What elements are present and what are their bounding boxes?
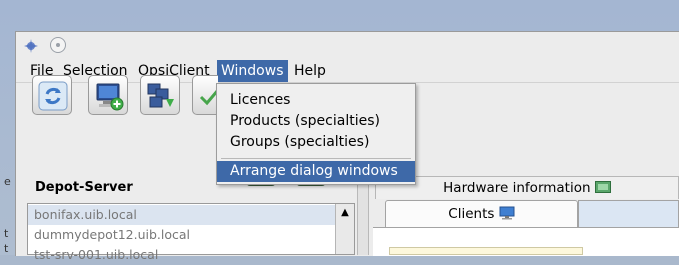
reload-button[interactable] [32, 75, 72, 115]
scroll-up-arrow-icon[interactable]: ▲ [339, 207, 351, 219]
window-menu-icon[interactable] [23, 38, 39, 54]
new-client-button[interactable] [88, 75, 128, 115]
menu-separator [221, 158, 411, 159]
menu-item-licences[interactable]: Licences [217, 90, 415, 111]
menu-windows[interactable]: Windows [217, 60, 288, 82]
tab-hardware-information[interactable]: Hardware information [375, 176, 679, 199]
depot-server-list: bonifax.uib.local dummydepot12.uib.local… [27, 203, 355, 262]
list-item[interactable]: dummydepot12.uib.local [28, 225, 336, 245]
new-client-icon [96, 83, 124, 111]
depot-config-icon [147, 83, 174, 108]
search-field[interactable] [389, 247, 583, 255]
hardware-icon [594, 181, 611, 193]
tab-clients[interactable]: Clients [385, 200, 578, 227]
tab-hardware-label: Hardware information [443, 180, 591, 196]
tab-clients-label: Clients [448, 206, 495, 222]
check-button[interactable] [192, 75, 218, 115]
minimize-icon[interactable] [50, 37, 66, 53]
pane-splitter[interactable] [357, 173, 369, 255]
reload-icon [38, 81, 68, 111]
background-window-edge: e t t [4, 175, 11, 255]
menu-item-groups-specialties[interactable]: Groups (specialties) [217, 132, 415, 153]
menu-item-products-specialties[interactable]: Products (specialties) [217, 111, 415, 132]
list-item[interactable]: bonifax.uib.local [28, 205, 336, 225]
title-bar [16, 32, 679, 59]
menu-item-arrange-dialog-windows[interactable]: Arrange dialog windows [217, 161, 415, 182]
check-icon [199, 89, 218, 106]
menu-help[interactable]: Help [290, 60, 330, 82]
depot-config-button[interactable] [140, 75, 180, 115]
monitor-icon [499, 206, 515, 220]
tab-selected-area[interactable] [578, 200, 679, 227]
list-item[interactable]: tst-srv-001.uib.local [28, 245, 336, 265]
vertical-scrollbar[interactable]: ▲ [335, 204, 354, 254]
windows-menu-dropdown: Licences Products (specialties) Groups (… [216, 83, 416, 185]
depot-server-label: Depot-Server [35, 180, 133, 195]
